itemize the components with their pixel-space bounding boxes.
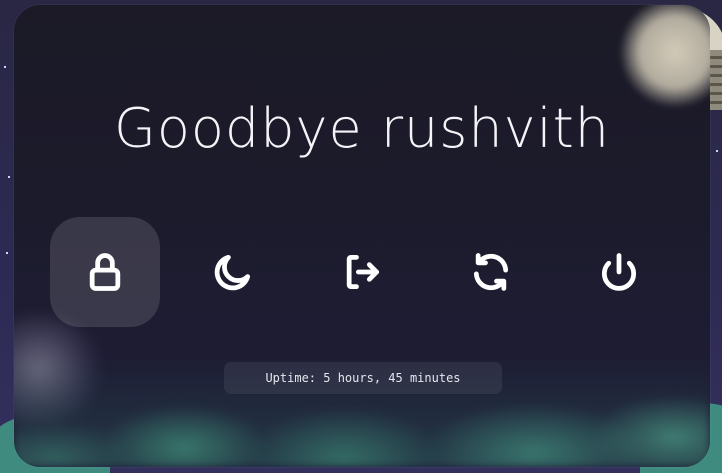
uptime-status: Uptime: 5 hours, 45 minutes [224, 362, 502, 394]
shutdown-button[interactable] [564, 217, 674, 327]
wallpaper-star [8, 176, 10, 178]
wallpaper-star [4, 66, 6, 68]
suspend-button[interactable] [178, 217, 288, 327]
lock-icon [89, 253, 121, 291]
wallpaper-star [716, 150, 718, 152]
blurred-moon-backdrop [620, 5, 710, 107]
reboot-button[interactable] [436, 217, 546, 327]
logout-dialog: Goodbye rushvith Uptime: 5 hours, 45 min… [14, 5, 710, 467]
goodbye-title: Goodbye rushvith [114, 97, 610, 160]
power-icon [601, 253, 637, 291]
logout-icon [346, 254, 380, 290]
wallpaper-star [6, 252, 8, 254]
moon-icon [214, 254, 251, 291]
wallpaper-rocks [708, 50, 722, 110]
lock-button[interactable] [50, 217, 160, 327]
power-actions [50, 217, 674, 327]
refresh-icon [473, 253, 509, 291]
logout-button[interactable] [307, 217, 417, 327]
